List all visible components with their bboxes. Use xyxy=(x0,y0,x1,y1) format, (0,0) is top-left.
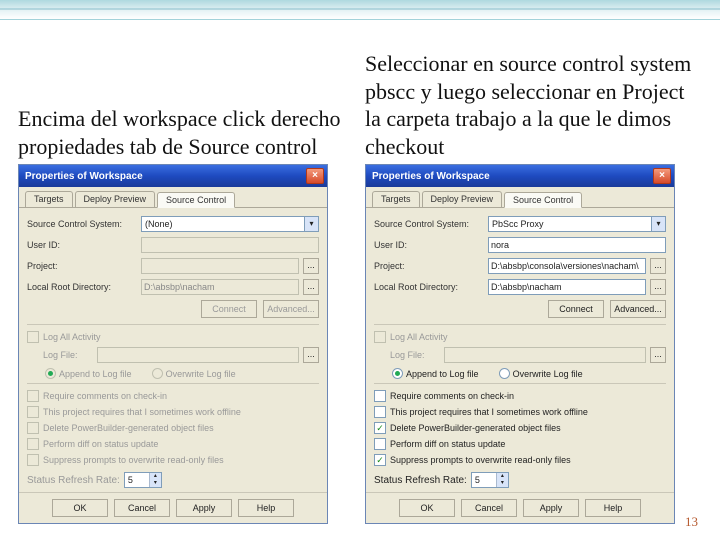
dialog-title: Properties of Workspace xyxy=(372,171,490,182)
log-all-checkbox: Log All Activity xyxy=(27,331,319,343)
help-button[interactable]: Help xyxy=(238,499,294,517)
browse-project-button: ... xyxy=(303,258,319,274)
left-description: Encima del workspace click derecho propi… xyxy=(18,22,355,164)
apply-button[interactable]: Apply xyxy=(523,499,579,517)
refresh-rate-spinner: 5 ▴▾ xyxy=(124,472,162,488)
label-refresh: Status Refresh Rate: xyxy=(27,475,120,486)
browse-localroot-button[interactable]: ... xyxy=(650,279,666,295)
delete-files-checkbox[interactable]: ✓Delete PowerBuilder-generated object fi… xyxy=(374,422,666,434)
spin-up-icon: ▴ xyxy=(497,473,508,480)
label-project: Project: xyxy=(374,261,484,271)
label-refresh: Status Refresh Rate: xyxy=(374,475,467,486)
label-userid: User ID: xyxy=(27,240,137,250)
titlebar[interactable]: Properties of Workspace × xyxy=(19,165,327,187)
browse-localroot-button: ... xyxy=(303,279,319,295)
ok-button[interactable]: OK xyxy=(399,499,455,517)
tab-deploy[interactable]: Deploy Preview xyxy=(422,191,503,207)
require-comments-checkbox: Require comments on check-in xyxy=(27,390,319,402)
label-scs: Source Control System: xyxy=(374,219,484,229)
tab-source-control[interactable]: Source Control xyxy=(504,192,582,208)
userid-field xyxy=(141,237,319,253)
project-field xyxy=(141,258,299,274)
perform-diff-checkbox[interactable]: Perform diff on status update xyxy=(374,438,666,450)
append-radio: Append to Log file xyxy=(45,368,132,379)
localroot-field[interactable]: D:\absbp\nacham xyxy=(488,279,646,295)
label-scs: Source Control System: xyxy=(27,219,137,229)
cancel-button[interactable]: Cancel xyxy=(114,499,170,517)
label-logfile: Log File: xyxy=(390,350,440,360)
work-offline-checkbox[interactable]: This project requires that I sometimes w… xyxy=(374,406,666,418)
spin-down-icon: ▾ xyxy=(497,480,508,487)
browse-logfile-button: ... xyxy=(303,347,319,363)
advanced-button[interactable]: Advanced... xyxy=(610,300,666,318)
tab-source-control[interactable]: Source Control xyxy=(157,192,235,208)
advanced-button: Advanced... xyxy=(263,300,319,318)
work-offline-checkbox: This project requires that I sometimes w… xyxy=(27,406,319,418)
tab-targets[interactable]: Targets xyxy=(372,191,420,207)
close-icon[interactable]: × xyxy=(306,168,324,184)
help-button[interactable]: Help xyxy=(585,499,641,517)
spin-down-icon: ▾ xyxy=(150,480,161,487)
refresh-rate-spinner[interactable]: 5 ▴▾ xyxy=(471,472,509,488)
dialog-right: Properties of Workspace × Targets Deploy… xyxy=(365,164,675,524)
suppress-prompts-checkbox: Suppress prompts to overwrite read-only … xyxy=(27,454,319,466)
logfile-field xyxy=(444,347,646,363)
label-userid: User ID: xyxy=(374,240,484,250)
overwrite-radio: Overwrite Log file xyxy=(152,368,236,379)
tab-deploy[interactable]: Deploy Preview xyxy=(75,191,156,207)
source-control-system-select[interactable]: (None)▾ xyxy=(141,216,319,232)
connect-button: Connect xyxy=(201,300,257,318)
cancel-button[interactable]: Cancel xyxy=(461,499,517,517)
delete-files-checkbox: Delete PowerBuilder-generated object fil… xyxy=(27,422,319,434)
perform-diff-checkbox: Perform diff on status update xyxy=(27,438,319,450)
label-project: Project: xyxy=(27,261,137,271)
source-control-system-select[interactable]: PbScc Proxy▾ xyxy=(488,216,666,232)
label-localroot: Local Root Directory: xyxy=(27,282,137,292)
dialog-title: Properties of Workspace xyxy=(25,171,143,182)
chevron-down-icon: ▾ xyxy=(304,217,318,231)
project-field[interactable]: D:\absbp\consola\versiones\nacham\ xyxy=(488,258,646,274)
label-logfile: Log File: xyxy=(43,350,93,360)
slide-decoration xyxy=(0,0,720,20)
spin-up-icon: ▴ xyxy=(150,473,161,480)
browse-logfile-button: ... xyxy=(650,347,666,363)
ok-button[interactable]: OK xyxy=(52,499,108,517)
browse-project-button[interactable]: ... xyxy=(650,258,666,274)
localroot-field: D:\absbp\nacham xyxy=(141,279,299,295)
right-description: Seleccionar en source control system pbs… xyxy=(365,22,702,164)
log-all-checkbox[interactable]: Log All Activity xyxy=(374,331,666,343)
apply-button[interactable]: Apply xyxy=(176,499,232,517)
append-radio[interactable]: Append to Log file xyxy=(392,368,479,379)
connect-button[interactable]: Connect xyxy=(548,300,604,318)
suppress-prompts-checkbox[interactable]: ✓Suppress prompts to overwrite read-only… xyxy=(374,454,666,466)
userid-field[interactable]: nora xyxy=(488,237,666,253)
close-icon[interactable]: × xyxy=(653,168,671,184)
require-comments-checkbox[interactable]: Require comments on check-in xyxy=(374,390,666,402)
dialog-left: Properties of Workspace × Targets Deploy… xyxy=(18,164,328,524)
tab-targets[interactable]: Targets xyxy=(25,191,73,207)
titlebar[interactable]: Properties of Workspace × xyxy=(366,165,674,187)
chevron-down-icon: ▾ xyxy=(651,217,665,231)
logfile-field xyxy=(97,347,299,363)
page-number: 13 xyxy=(685,514,698,530)
label-localroot: Local Root Directory: xyxy=(374,282,484,292)
overwrite-radio[interactable]: Overwrite Log file xyxy=(499,368,583,379)
